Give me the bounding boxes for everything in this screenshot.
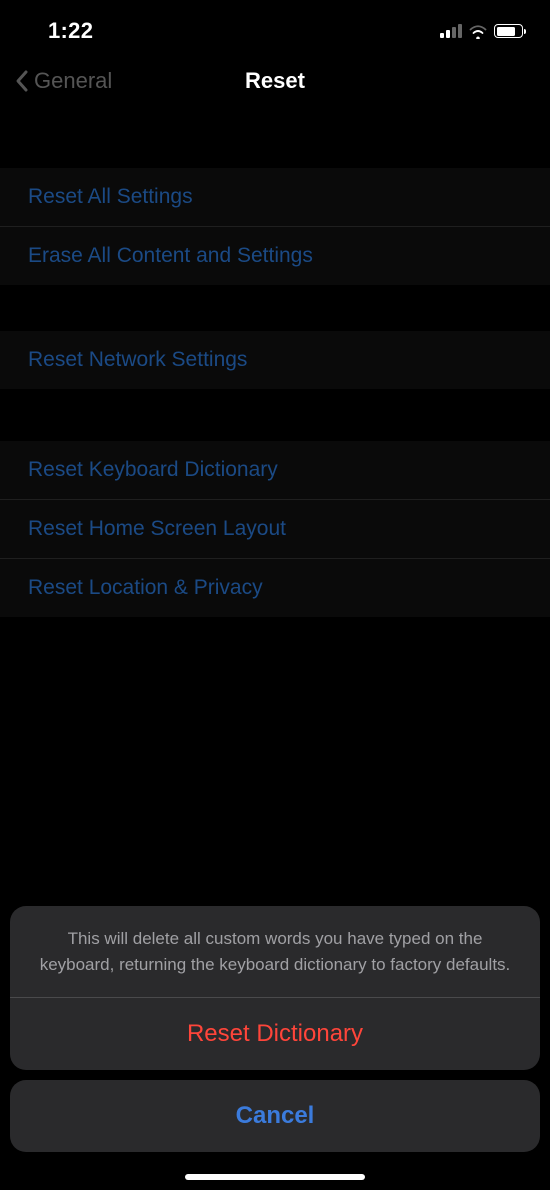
cancel-button[interactable]: Cancel — [10, 1080, 540, 1152]
wifi-icon — [468, 24, 488, 39]
reset-location-privacy[interactable]: Reset Location & Privacy — [0, 559, 550, 617]
cellular-icon — [440, 24, 462, 38]
action-sheet-message: This will delete all custom words you ha… — [10, 906, 540, 998]
reset-keyboard-dictionary[interactable]: Reset Keyboard Dictionary — [0, 441, 550, 500]
back-label: General — [34, 68, 112, 94]
back-button[interactable]: General — [14, 68, 112, 94]
section-gap — [0, 122, 550, 168]
reset-all-settings[interactable]: Reset All Settings — [0, 168, 550, 227]
erase-all-content[interactable]: Erase All Content and Settings — [0, 227, 550, 285]
status-time: 1:22 — [48, 18, 93, 44]
action-sheet: This will delete all custom words you ha… — [0, 896, 550, 1190]
nav-title: Reset — [245, 68, 305, 94]
battery-icon — [494, 24, 526, 38]
list-group: Reset All Settings Erase All Content and… — [0, 168, 550, 285]
status-bar: 1:22 — [0, 0, 550, 54]
content: Reset All Settings Erase All Content and… — [0, 108, 550, 617]
section-gap — [0, 285, 550, 331]
status-icons — [440, 24, 526, 39]
reset-dictionary-button[interactable]: Reset Dictionary — [10, 998, 540, 1070]
list-group: Reset Keyboard Dictionary Reset Home Scr… — [0, 441, 550, 617]
nav-bar: General Reset — [0, 54, 550, 108]
section-gap — [0, 389, 550, 441]
chevron-left-icon — [14, 69, 30, 93]
reset-home-screen-layout[interactable]: Reset Home Screen Layout — [0, 500, 550, 559]
reset-network-settings[interactable]: Reset Network Settings — [0, 331, 550, 389]
list-group: Reset Network Settings — [0, 331, 550, 389]
home-indicator[interactable] — [185, 1174, 365, 1180]
